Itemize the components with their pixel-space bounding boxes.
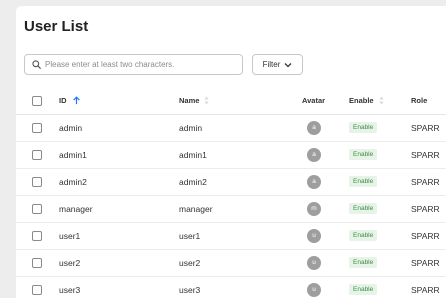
cell-name: user1	[179, 230, 201, 241]
cell-name: admin2	[179, 176, 207, 187]
row-checkbox[interactable]	[32, 122, 42, 133]
avatar: a	[307, 120, 321, 135]
cell-id: manager	[59, 203, 93, 214]
search-input[interactable]	[45, 60, 242, 69]
table-row[interactable]: admin admin a Enable SPARR	[16, 114, 446, 142]
table-row[interactable]: admin2 admin2 a Enable SPARR	[16, 168, 446, 196]
column-avatar-label: Avatar	[302, 96, 326, 105]
cell-id: admin	[59, 122, 83, 133]
column-role[interactable]: Role	[411, 87, 427, 114]
table-row[interactable]: manager manager m Enable SPARR	[16, 195, 446, 223]
avatar: u	[307, 282, 321, 297]
cell-role: SPARR	[411, 203, 440, 214]
select-all-checkbox[interactable]	[32, 95, 42, 106]
table-row[interactable]: user1 user1 u Enable SPARR	[16, 222, 446, 250]
search-box[interactable]	[24, 54, 243, 75]
column-id-label: ID	[59, 96, 67, 105]
row-checkbox[interactable]	[32, 176, 42, 187]
chevron-down-icon	[284, 62, 292, 67]
cell-name: user3	[179, 284, 201, 295]
row-checkbox[interactable]	[32, 203, 42, 214]
status-badge: Enable	[349, 230, 378, 241]
sort-icon	[204, 96, 209, 105]
status-badge: Enable	[349, 203, 378, 214]
cell-role: SPARR	[411, 257, 440, 268]
column-name-label: Name	[179, 96, 200, 105]
status-badge: Enable	[349, 149, 378, 160]
avatar: u	[307, 255, 321, 270]
avatar: a	[307, 174, 321, 189]
cell-id: user1	[59, 230, 81, 241]
cell-name: admin1	[179, 149, 207, 160]
cell-name: user2	[179, 257, 201, 268]
row-checkbox[interactable]	[32, 284, 42, 295]
column-role-label: Role	[411, 96, 428, 105]
column-name[interactable]: Name	[179, 87, 209, 114]
row-checkbox[interactable]	[32, 230, 42, 241]
filter-button[interactable]: Filter	[252, 54, 303, 75]
page-title: User List	[24, 18, 89, 35]
table-row[interactable]: admin1 admin1 a Enable SPARR	[16, 141, 446, 169]
cell-id: user2	[59, 257, 81, 268]
status-badge: Enable	[349, 257, 378, 268]
table-row[interactable]: user2 user2 u Enable SPARR	[16, 249, 446, 277]
avatar: u	[307, 228, 321, 243]
row-checkbox[interactable]	[32, 257, 42, 268]
status-badge: Enable	[349, 176, 378, 187]
column-id[interactable]: ID	[59, 87, 81, 114]
column-avatar: Avatar	[302, 87, 325, 114]
arrow-up-icon	[72, 96, 80, 105]
column-enable-label: Enable	[349, 96, 374, 105]
filter-label: Filter	[262, 60, 281, 69]
cell-role: SPARR	[411, 176, 440, 187]
user-list-panel: User List Filter ID Name	[16, 6, 446, 298]
cell-role: SPARR	[411, 230, 440, 241]
status-badge: Enable	[349, 122, 378, 133]
cell-role: SPARR	[411, 284, 440, 295]
status-badge: Enable	[349, 284, 378, 295]
table-header: ID Name Avatar Enable Role	[16, 87, 446, 115]
cell-id: user3	[59, 284, 81, 295]
cell-name: admin	[179, 122, 203, 133]
search-icon	[32, 60, 41, 69]
column-enable[interactable]: Enable	[349, 87, 384, 114]
cell-id: admin1	[59, 149, 87, 160]
sort-icon	[379, 96, 384, 105]
cell-name: manager	[179, 203, 213, 214]
cell-role: SPARR	[411, 149, 440, 160]
avatar: m	[307, 201, 321, 216]
table-row[interactable]: user3 user3 u Enable SPARR	[16, 276, 446, 298]
avatar: a	[307, 147, 321, 162]
cell-role: SPARR	[411, 122, 440, 133]
cell-id: admin2	[59, 176, 87, 187]
row-checkbox[interactable]	[32, 149, 42, 160]
